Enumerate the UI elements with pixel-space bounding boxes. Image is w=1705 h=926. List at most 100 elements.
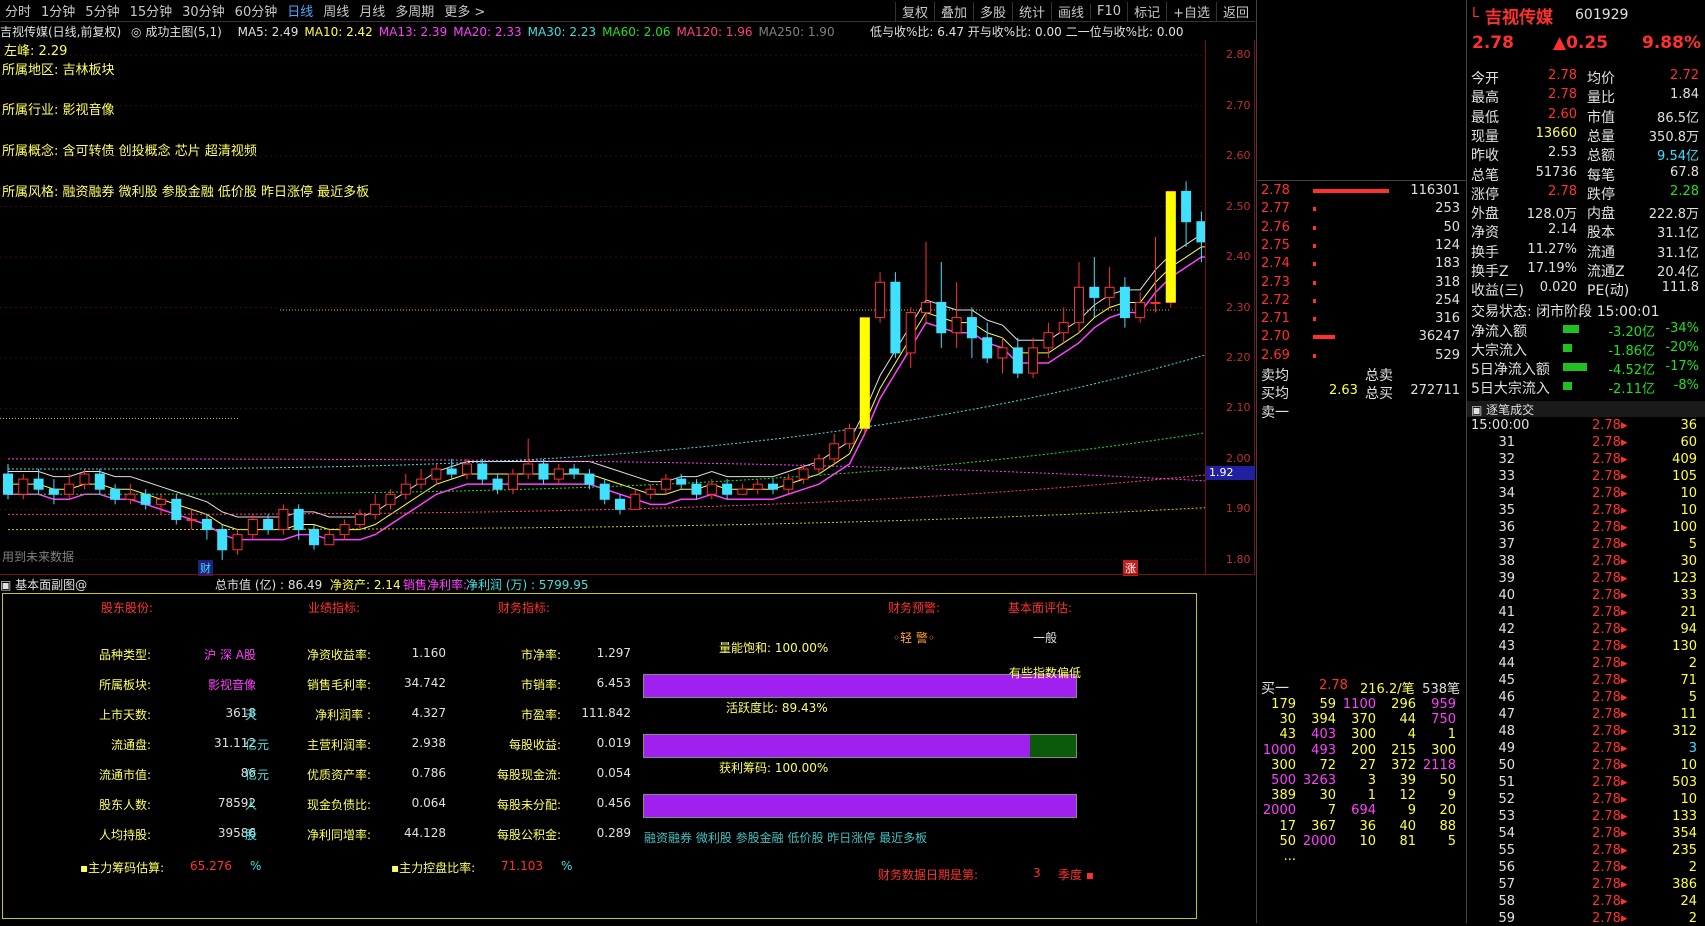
queue-order: 3 <box>1367 773 1376 788</box>
candle-body <box>324 534 335 546</box>
profit-field-label: 现金负债比: <box>306 798 371 812</box>
tick-time: 40 <box>1498 588 1515 603</box>
toolbar-button-8[interactable]: 返回 <box>1215 1 1255 21</box>
tick-volume: 2 <box>1688 911 1697 926</box>
y-tick-label: 1.80 <box>1226 552 1251 566</box>
queue-order: 2000 <box>1302 833 1336 849</box>
period-tab-1[interactable]: 1分钟 <box>41 1 75 20</box>
queue-order: 50 <box>1439 773 1456 788</box>
gauge-fill <box>644 795 1076 817</box>
queue-order: 179 <box>1271 697 1296 712</box>
stat-label: 跌停 <box>1587 186 1615 203</box>
finance-field-value: 0.456 <box>596 796 631 810</box>
period-tab-4[interactable]: 30分钟 <box>182 1 225 20</box>
ma-value-0: MA5: 2.49 <box>237 25 299 39</box>
queue-order: 389 <box>1271 788 1296 804</box>
toolbar-button-6[interactable]: 标记 <box>1127 1 1166 21</box>
period-tab-7[interactable]: 周线 <box>323 1 349 20</box>
queue-order: 1 <box>1447 727 1456 743</box>
finance-field-value: 0.289 <box>596 826 631 840</box>
flow-value: -4.52亿 <box>1608 363 1655 378</box>
candle-body <box>936 301 947 334</box>
stat-value: 350.8万 <box>1648 129 1699 145</box>
period-tab-3[interactable]: 15分钟 <box>130 1 173 20</box>
tick-time: 58 <box>1498 894 1515 909</box>
shareholder-field-label: 所属板块: <box>98 678 151 692</box>
finance-field-label: 每股收益: <box>508 738 561 752</box>
tick-price: 2.78▸ <box>1592 571 1628 586</box>
queue-order: 403 <box>1311 727 1336 743</box>
queue-order: 72 <box>1319 757 1336 773</box>
finance-date-value: 3 <box>1033 866 1041 880</box>
toolbar-button-3[interactable]: 统计 <box>1012 1 1051 21</box>
toolbar-button-7[interactable]: +自选 <box>1166 1 1216 21</box>
stat-label: 现量 <box>1471 128 1499 145</box>
candle-body <box>354 513 365 526</box>
main-indicator-label: 成功主图(5,1) <box>145 25 222 39</box>
stat-label: 流通Z <box>1587 264 1625 280</box>
stat-value: 2.78 <box>1548 68 1577 83</box>
tick-time: 41 <box>1498 605 1515 620</box>
gauge-bar <box>643 734 1077 758</box>
tick-time: 50 <box>1498 758 1515 773</box>
season-label: 季度 ▪ <box>1058 868 1094 882</box>
sub-chart-title[interactable]: 基本面副图@ <box>15 578 87 592</box>
main-control-unit: % <box>561 859 573 873</box>
candle-body <box>905 312 916 354</box>
period-tab-2[interactable]: 5分钟 <box>85 1 119 20</box>
stat-label: 量比 <box>1587 90 1615 107</box>
stat-label: 净资 <box>1471 225 1499 242</box>
tick-time: 44 <box>1498 656 1515 671</box>
shareholder-field-unit: 股 <box>245 828 258 842</box>
queue-order: 2000 <box>1262 803 1296 819</box>
period-tab-5[interactable]: 60分钟 <box>235 1 278 20</box>
period-tab-6[interactable]: 日线 <box>287 1 313 20</box>
queue-order: 4 <box>1407 727 1416 743</box>
period-tab-8[interactable]: 月线 <box>359 1 385 20</box>
book-price: 2.74 <box>1261 256 1290 272</box>
flow-label: 净流入额 <box>1471 324 1527 340</box>
tick-price: 2.78▸ <box>1592 537 1628 552</box>
toolbar-button-2[interactable]: 多股 <box>972 1 1012 21</box>
tick-price: 2.78▸ <box>1592 894 1628 909</box>
book-volume: 50 <box>1443 219 1460 235</box>
tick-price: 2.78▸ <box>1592 486 1628 501</box>
queue-order: 1100 <box>1342 697 1376 712</box>
main-indicator-selector[interactable]: ◎ 成功主图(5,1) <box>131 25 228 39</box>
candle-body <box>660 478 671 490</box>
stat-value: 2.53 <box>1548 145 1577 161</box>
y-tick-label: 2.10 <box>1226 401 1251 415</box>
tick-volume: 386 <box>1672 877 1697 892</box>
order-book-panel: 2.78 116301 2.77 253 2.76 50 2.75 124 2.74 183 2.7… <box>1256 0 1467 923</box>
collapse-icon[interactable]: ▣ <box>0 578 15 592</box>
tick-time: 57 <box>1498 877 1515 892</box>
queue-order: 370 <box>1351 712 1376 728</box>
book-volume: 316 <box>1435 311 1460 327</box>
queue-order: 88 <box>1439 818 1456 834</box>
candle-body <box>431 468 442 480</box>
toolbar-button-0[interactable]: 复权 <box>894 1 934 21</box>
finance-field-value: 0.054 <box>596 766 631 780</box>
queue-order: 17 <box>1279 818 1296 834</box>
toolbar-button-5[interactable]: F10 <box>1090 3 1127 19</box>
chart-canvas <box>0 54 1205 561</box>
y-tick-label: 2.40 <box>1226 250 1251 264</box>
stat-value: 2.72 <box>1670 68 1699 83</box>
period-tab-10[interactable]: 更多 > <box>444 1 485 20</box>
bar-label: 获利筹码: 100.00% <box>719 761 829 775</box>
ticks-title[interactable]: ▣ 逐笔成交 <box>1467 403 1534 417</box>
candle-body <box>645 488 656 495</box>
stat-value: 17.19% <box>1527 261 1577 276</box>
ma-value-2: MA13: 2.39 <box>378 25 448 39</box>
tick-time: 56 <box>1498 860 1515 875</box>
toolbar-button-1[interactable]: 叠加 <box>933 1 973 21</box>
ratio-stats: 低与收%比: 6.47 开与收%比: 0.00 二一位与收%比: 0.00 <box>870 25 1184 39</box>
period-tab-0[interactable]: 分时 <box>5 1 31 20</box>
candle-body <box>783 478 794 490</box>
shareholder-field-label: 品种类型: <box>98 648 151 662</box>
stat-value: 2.14 <box>1548 222 1577 238</box>
period-tab-9[interactable]: 多周期 <box>395 1 434 20</box>
tick-price: 2.78▸ <box>1592 520 1628 535</box>
candlestick-chart[interactable]: 左峰: 2.29 所属地区: 吉林板块 所属行业: 影视音像 所属概念: 含可转… <box>0 40 1205 576</box>
toolbar-button-4[interactable]: 画线 <box>1051 1 1090 21</box>
